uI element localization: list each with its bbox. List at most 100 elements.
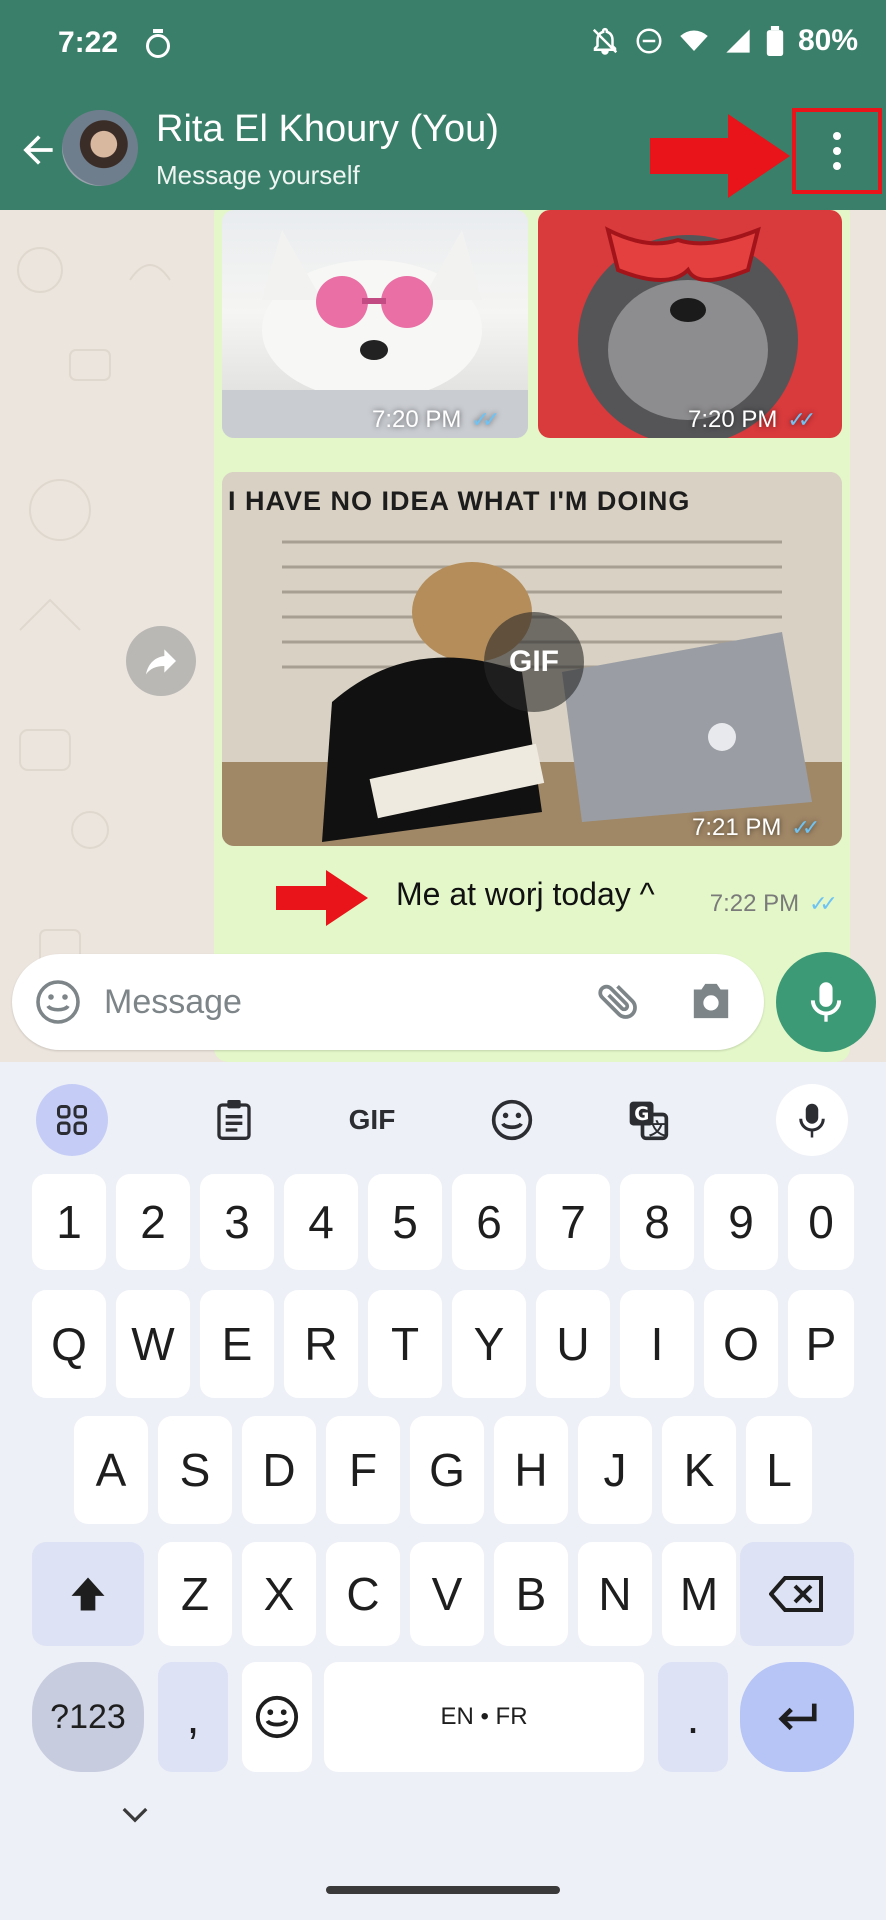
battery-level: 80%: [797, 24, 858, 57]
key-r[interactable]: R: [284, 1290, 358, 1398]
wifi-icon: [680, 30, 708, 51]
key-l[interactable]: L: [746, 1416, 812, 1524]
key-k[interactable]: K: [662, 1416, 736, 1524]
emoji-icon[interactable]: [34, 978, 82, 1026]
emoji-key-icon: [255, 1695, 299, 1739]
image-time-text: 7:20 PM: [372, 406, 462, 433]
chat-area: 7:20 PM ✓✓ 7:20 PM ✓✓ I HAVE NO IDEA WHA…: [0, 210, 886, 1062]
gif-image[interactable]: I HAVE NO IDEA WHAT I'M DOING GIF 7:21 P…: [222, 472, 842, 846]
keyboard: GIF G文 1 2 3 4 5 6 7 8 9 0 Q W E R T Y U…: [0, 1062, 886, 1920]
backspace-key[interactable]: [740, 1542, 854, 1646]
text-message-bubble[interactable]: Me at worj today ^ 7:22 PM ✓✓: [376, 862, 850, 932]
camera-icon[interactable]: [688, 980, 734, 1022]
clipboard-icon[interactable]: [198, 1084, 270, 1156]
key-7[interactable]: 7: [536, 1174, 610, 1270]
dot-icon: [833, 132, 841, 140]
space-key[interactable]: EN • FR: [324, 1662, 644, 1772]
key-8[interactable]: 8: [620, 1174, 694, 1270]
emoji-key[interactable]: [242, 1662, 312, 1772]
key-q[interactable]: Q: [32, 1290, 106, 1398]
voice-typing-icon[interactable]: [776, 1084, 848, 1156]
key-b[interactable]: B: [494, 1542, 568, 1646]
key-y[interactable]: Y: [452, 1290, 526, 1398]
key-c[interactable]: C: [326, 1542, 400, 1646]
key-x[interactable]: X: [242, 1542, 316, 1646]
key-m[interactable]: M: [662, 1542, 736, 1646]
key-3[interactable]: 3: [200, 1174, 274, 1270]
enter-icon: [778, 1703, 817, 1731]
key-9[interactable]: 9: [704, 1174, 778, 1270]
voice-message-button[interactable]: [776, 952, 876, 1052]
battery-icon: [766, 26, 784, 56]
key-z[interactable]: Z: [158, 1542, 232, 1646]
gesture-home-bar[interactable]: [326, 1886, 560, 1894]
white-dog-image: [222, 230, 528, 438]
enter-key[interactable]: [740, 1662, 854, 1772]
read-ticks-icon: ✓✓: [471, 407, 500, 432]
gif-time-text: 7:21 PM: [692, 814, 782, 841]
gif-keyboard-button[interactable]: GIF: [336, 1084, 408, 1156]
key-j[interactable]: J: [578, 1416, 652, 1524]
apps-grid-icon[interactable]: [36, 1084, 108, 1156]
gif-play-badge[interactable]: GIF: [484, 612, 584, 712]
image-time-text: 7:20 PM: [688, 406, 778, 433]
chat-title[interactable]: Rita El Khoury (You): [156, 108, 499, 151]
dog-photo-white[interactable]: 7:20 PM ✓✓: [222, 210, 528, 438]
message-input[interactable]: [104, 974, 484, 1030]
key-t[interactable]: T: [368, 1290, 442, 1398]
read-ticks-icon: ✓✓: [809, 891, 838, 916]
key-o[interactable]: O: [704, 1290, 778, 1398]
key-i[interactable]: I: [620, 1290, 694, 1398]
dot-icon: [833, 162, 841, 170]
avatar[interactable]: [62, 110, 138, 186]
more-options-button[interactable]: [792, 108, 882, 194]
chat-subtitle[interactable]: Message yourself: [156, 160, 360, 191]
key-f[interactable]: F: [326, 1416, 400, 1524]
key-n[interactable]: N: [578, 1542, 652, 1646]
image-timestamp: 7:20 PM ✓✓: [372, 406, 500, 434]
svg-text:文: 文: [649, 1119, 666, 1139]
do-not-disturb-icon: [636, 28, 662, 54]
dog-photo-grey[interactable]: 7:20 PM ✓✓: [538, 210, 842, 438]
backspace-icon: [769, 1576, 823, 1612]
status-time: 7:22: [58, 26, 119, 59]
grey-dog-image: [578, 226, 798, 438]
key-v[interactable]: V: [410, 1542, 484, 1646]
translate-icon[interactable]: G文: [612, 1084, 684, 1156]
key-g[interactable]: G: [410, 1416, 484, 1524]
key-h[interactable]: H: [494, 1416, 568, 1524]
key-u[interactable]: U: [536, 1290, 610, 1398]
key-1[interactable]: 1: [32, 1174, 106, 1270]
gif-timestamp: 7:21 PM ✓✓: [692, 814, 820, 842]
shift-key[interactable]: [32, 1542, 144, 1646]
key-a[interactable]: A: [74, 1416, 148, 1524]
key-d[interactable]: D: [242, 1416, 316, 1524]
key-p[interactable]: P: [788, 1290, 854, 1398]
key-4[interactable]: 4: [284, 1174, 358, 1270]
signal-icon: [726, 29, 750, 53]
key-2[interactable]: 2: [116, 1174, 190, 1270]
notifications-off-icon: [592, 27, 618, 55]
keyboard-toolbar: GIF G文: [0, 1076, 886, 1160]
attach-icon[interactable]: [594, 976, 644, 1026]
back-arrow-icon[interactable]: [16, 128, 60, 172]
message-meta: 7:22 PM ✓✓: [709, 890, 838, 918]
read-ticks-icon: ✓✓: [787, 407, 816, 432]
key-5[interactable]: 5: [368, 1174, 442, 1270]
gif-caption: I HAVE NO IDEA WHAT I'M DOING: [228, 486, 691, 516]
symbols-key[interactable]: ?123: [32, 1662, 144, 1772]
message-composer: [12, 954, 764, 1050]
key-w[interactable]: W: [116, 1290, 190, 1398]
key-0[interactable]: 0: [788, 1174, 854, 1270]
comma-key[interactable]: ,: [158, 1662, 228, 1772]
key-6[interactable]: 6: [452, 1174, 526, 1270]
message-time: 7:22 PM: [709, 890, 800, 917]
period-key[interactable]: .: [658, 1662, 728, 1772]
key-e[interactable]: E: [200, 1290, 274, 1398]
forward-icon: [146, 649, 176, 675]
chevron-down-icon[interactable]: [120, 1804, 150, 1824]
emoji-keyboard-icon[interactable]: [476, 1084, 548, 1156]
grid-glyph: [57, 1105, 87, 1135]
forward-button[interactable]: [126, 626, 196, 696]
key-s[interactable]: S: [158, 1416, 232, 1524]
